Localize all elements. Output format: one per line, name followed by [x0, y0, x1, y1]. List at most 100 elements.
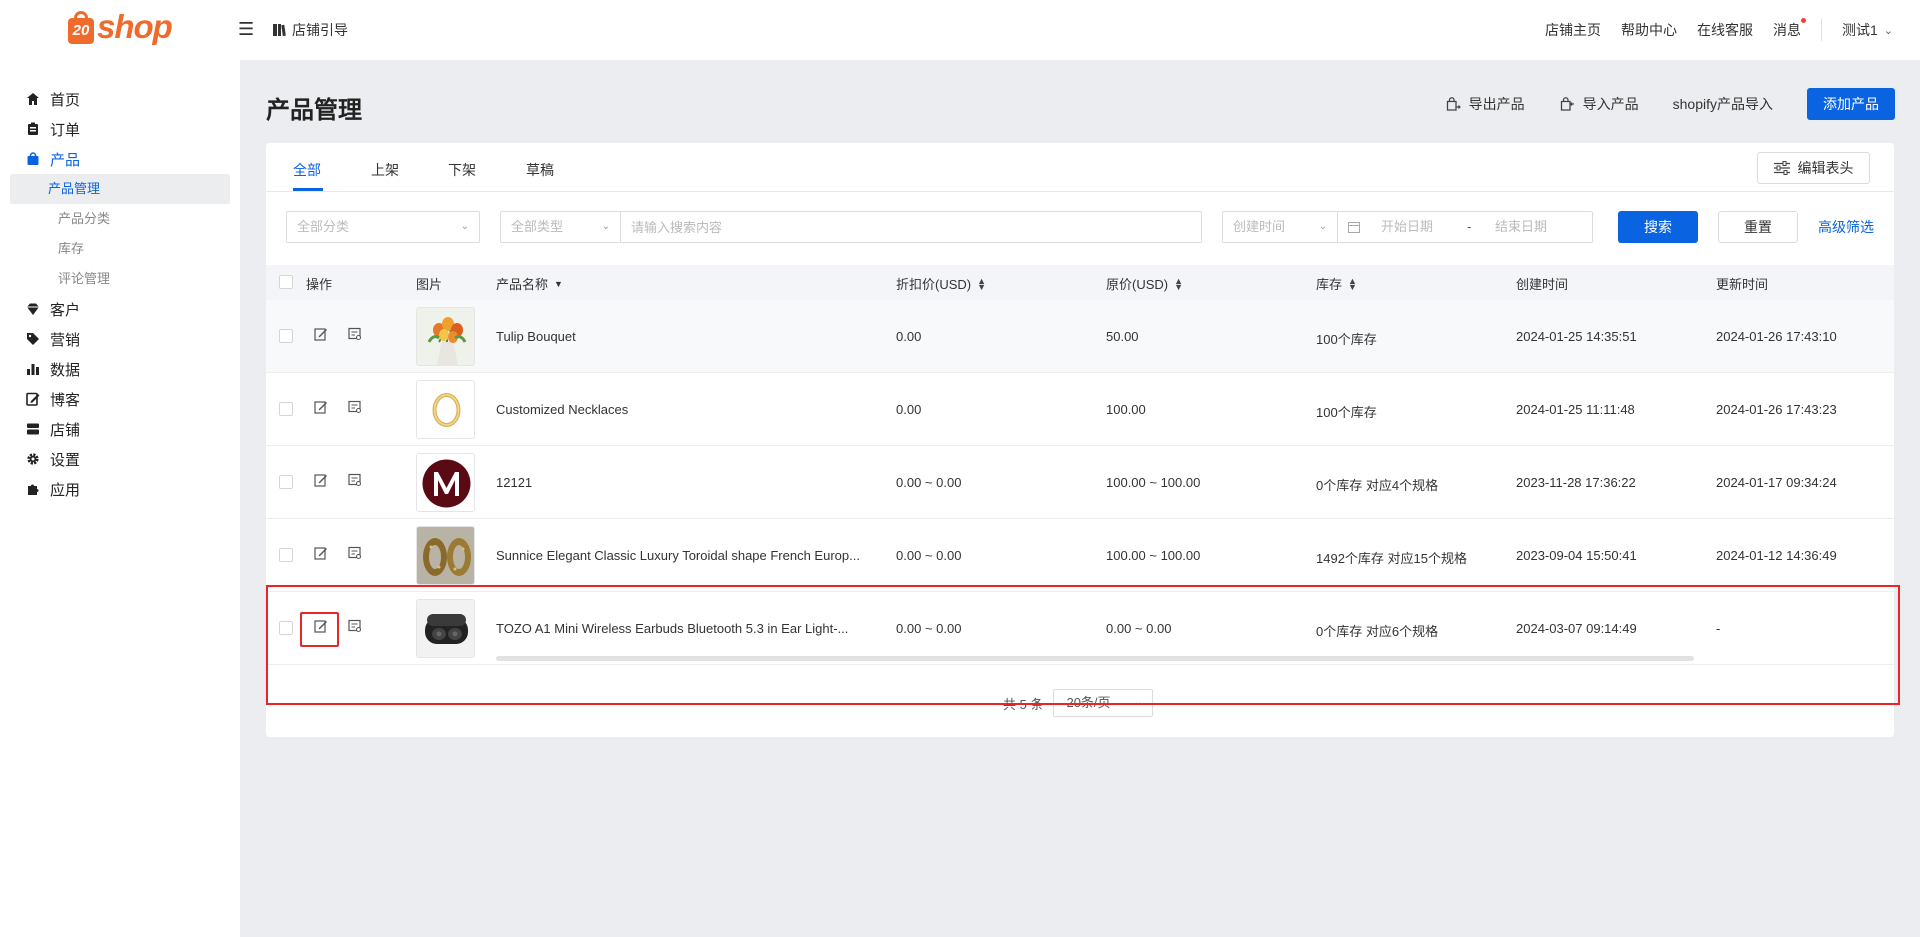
page-title: 产品管理	[266, 97, 362, 124]
status-tabs: 全部 上架 下架 草稿 编辑表头	[266, 143, 1894, 192]
bar-chart-icon	[27, 364, 39, 375]
edit-icon[interactable]	[314, 473, 328, 487]
page-size-select[interactable]: 20条/页 ⌄	[1053, 689, 1154, 717]
table-row[interactable]: Sunnice Elegant Classic Luxury Toroidal …	[266, 519, 1894, 592]
edit-icon[interactable]	[314, 327, 328, 341]
updated-time: 2024-01-26 17:43:23	[1716, 402, 1837, 417]
sidebar-item-blog[interactable]: 博客	[0, 384, 240, 414]
time-field-select[interactable]: 创建时间 ⌄	[1222, 211, 1338, 243]
select-all-checkbox[interactable]	[279, 275, 293, 289]
add-product-button[interactable]: 添加产品	[1807, 88, 1895, 120]
end-date-input[interactable]: 结束日期	[1495, 212, 1547, 242]
tab-off-shelf[interactable]: 下架	[448, 160, 476, 180]
tab-drafts[interactable]: 草稿	[526, 160, 554, 180]
page-size-value: 20条/页	[1066, 695, 1111, 710]
store-icon	[27, 423, 39, 435]
preview-icon[interactable]	[348, 400, 362, 414]
product-thumbnail[interactable]	[416, 380, 475, 439]
product-name[interactable]: Tulip Bouquet	[496, 329, 874, 344]
product-name[interactable]: Customized Necklaces	[496, 402, 874, 417]
sidebar-subitem-inventory[interactable]: 库存	[10, 234, 230, 264]
brand-logo[interactable]: 20 shop	[66, 8, 173, 46]
product-name[interactable]: Sunnice Elegant Classic Luxury Toroidal …	[496, 548, 874, 563]
sidebar-subitem-reviews[interactable]: 评论管理	[10, 264, 230, 294]
column-header-price[interactable]: 原价(USD) ▲ ▼	[1106, 274, 1183, 293]
preview-icon[interactable]	[348, 473, 362, 487]
sidebar-item-store[interactable]: 店铺	[0, 414, 240, 444]
table-row[interactable]: TOZO A1 Mini Wireless Earbuds Bluetooth …	[266, 592, 1894, 665]
product-name[interactable]: TOZO A1 Mini Wireless Earbuds Bluetooth …	[496, 621, 874, 636]
tab-all[interactable]: 全部	[293, 160, 321, 180]
search-button[interactable]: 搜索	[1618, 211, 1698, 243]
user-menu[interactable]: 测试1 ⌄	[1842, 20, 1893, 40]
row-checkbox[interactable]	[279, 548, 293, 562]
preview-icon[interactable]	[348, 619, 362, 633]
sidebar-item-label: 应用	[50, 481, 81, 499]
original-price: 100.00 ~ 100.00	[1106, 548, 1201, 563]
row-checkbox[interactable]	[279, 402, 293, 416]
messages-link[interactable]: 消息	[1773, 18, 1806, 40]
chevron-down-icon: ⌄	[1318, 221, 1327, 232]
start-date-input[interactable]: 开始日期	[1381, 212, 1433, 242]
product-thumbnail[interactable]	[416, 307, 475, 366]
menu-toggle-icon[interactable]: ☰	[238, 19, 254, 40]
row-checkbox[interactable]	[279, 621, 293, 635]
edit-icon[interactable]	[314, 400, 328, 414]
updated-time: 2024-01-12 14:36:49	[1716, 548, 1837, 563]
row-checkbox[interactable]	[279, 329, 293, 343]
help-center-link[interactable]: 帮助中心	[1621, 20, 1677, 40]
sidebar-item-marketing[interactable]: 营销	[0, 324, 240, 354]
edit-icon[interactable]	[314, 619, 328, 633]
row-checkbox[interactable]	[279, 475, 293, 489]
import-products-button[interactable]: 导入产品	[1559, 94, 1639, 114]
category-select[interactable]: 全部分类 ⌄	[286, 211, 480, 243]
table-row[interactable]: Customized Necklaces 0.00 100.00 100个库存 …	[266, 373, 1894, 446]
store-home-link[interactable]: 店铺主页	[1545, 20, 1601, 40]
product-thumbnail[interactable]	[416, 453, 475, 512]
store-guide-link[interactable]: 店铺引导	[272, 20, 348, 40]
sidebar-item-settings[interactable]: 设置	[0, 444, 240, 474]
sidebar-item-label: 客户	[50, 301, 81, 319]
preview-icon[interactable]	[348, 327, 362, 341]
column-header-stock[interactable]: 库存 ▲ ▼	[1316, 274, 1357, 293]
shopify-import-button[interactable]: shopify产品导入	[1673, 94, 1773, 114]
export-products-button[interactable]: 导出产品	[1445, 94, 1525, 114]
sidebar-subitem-product-management[interactable]: 产品管理	[10, 174, 230, 204]
horizontal-scrollbar[interactable]	[496, 656, 1694, 661]
sidebar-subitem-product-category[interactable]: 产品分类	[10, 204, 230, 234]
product-name[interactable]: 12121	[496, 475, 874, 490]
top-bar: 20 shop ☰ 店铺引导 店铺主页 帮助中心 在线客服 消息 测试1 ⌄	[0, 0, 1920, 60]
column-header-name[interactable]: 产品名称 ▼	[496, 274, 563, 293]
edit-icon[interactable]	[314, 546, 328, 560]
tab-on-shelf[interactable]: 上架	[371, 160, 399, 180]
column-header-created: 创建时间	[1516, 277, 1569, 292]
tag-icon	[27, 333, 39, 345]
discount-price: 0.00 ~ 0.00	[896, 548, 962, 563]
reset-button[interactable]: 重置	[1718, 211, 1798, 243]
sidebar-item-data[interactable]: 数据	[0, 354, 240, 384]
logo-text: shop	[97, 8, 173, 45]
product-thumbnail[interactable]	[416, 599, 475, 658]
edit-columns-button[interactable]: 编辑表头	[1757, 152, 1870, 184]
type-select[interactable]: 全部类型 ⌄	[500, 211, 621, 243]
advanced-filter-link[interactable]: 高级筛选	[1818, 211, 1874, 243]
shop-bag-icon: 20	[66, 8, 96, 46]
table-row[interactable]: Tulip Bouquet 0.00 50.00 100个库存 2024-01-…	[266, 300, 1894, 373]
search-input[interactable]	[621, 211, 1202, 243]
date-range-picker[interactable]: 开始日期 - 结束日期	[1338, 211, 1593, 243]
edit-note-icon	[26, 392, 40, 406]
column-header-discount[interactable]: 折扣价(USD) ▲ ▼	[896, 274, 986, 293]
table-row[interactable]: 12121 0.00 ~ 0.00 100.00 ~ 100.00 0个库存 对…	[266, 446, 1894, 519]
sidebar-item-orders[interactable]: 订单	[0, 114, 240, 144]
created-time: 2024-01-25 11:11:48	[1516, 402, 1635, 417]
preview-icon[interactable]	[348, 546, 362, 560]
bag-export-icon	[1446, 97, 1461, 111]
sidebar-item-products[interactable]: 产品	[0, 144, 240, 174]
sidebar-item-apps[interactable]: 应用	[0, 474, 240, 504]
sidebar-item-home[interactable]: 首页	[0, 84, 240, 114]
diamond-icon	[27, 303, 39, 315]
page-actions: 导出产品 导入产品 shopify产品导入 添加产品	[1445, 88, 1895, 120]
online-support-link[interactable]: 在线客服	[1697, 20, 1753, 40]
sidebar-item-customers[interactable]: 客户	[0, 294, 240, 324]
product-thumbnail[interactable]	[416, 526, 475, 585]
